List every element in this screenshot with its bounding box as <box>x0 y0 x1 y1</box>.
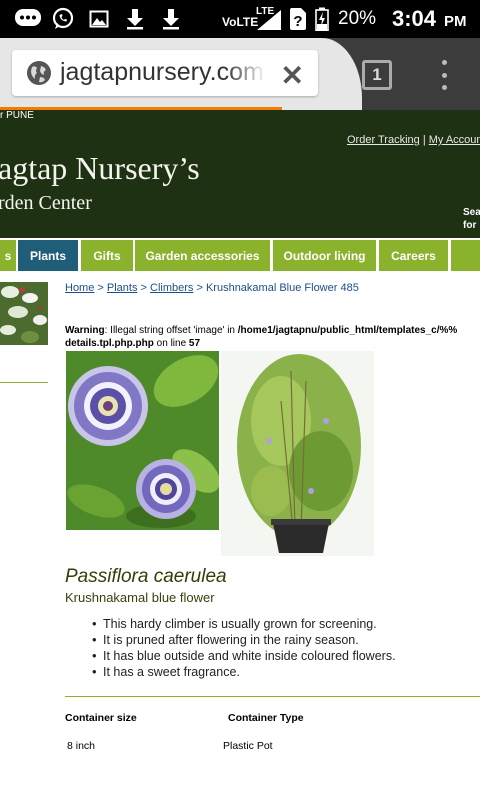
overflow-menu-icon[interactable] <box>438 60 450 90</box>
container-type-value: Plastic Pot <box>223 740 273 752</box>
list-item: It has blue outside and white inside col… <box>92 648 396 664</box>
download-icon <box>159 7 183 31</box>
svg-text:?: ? <box>293 13 302 30</box>
order-tracking-link[interactable]: Order Tracking <box>347 134 420 146</box>
search-label-line1: Sea <box>463 207 480 218</box>
container-size-value: 8 inch <box>67 740 96 752</box>
image-notification-icon <box>88 7 110 31</box>
list-item: It is pruned after flowering in the rain… <box>92 632 396 648</box>
status-bar: VoLTE LTE ? 20% 3:04 PM <box>0 0 480 38</box>
account-links: Order Tracking | My Accoun <box>347 134 480 146</box>
download-icon <box>123 7 147 31</box>
product-features-list: This hardy climber is usually grown for … <box>92 616 396 680</box>
breadcrumb-plants-link[interactable]: Plants <box>107 282 138 294</box>
tab-switcher-button[interactable]: 1 <box>362 60 392 90</box>
search-label-line2: for <box>463 220 477 231</box>
container-size-label: Container size <box>65 712 137 724</box>
search-label: Sea for <box>463 206 480 232</box>
tab-count: 1 <box>372 65 382 84</box>
product-photo-potted-plant[interactable] <box>221 351 374 556</box>
no-sim-icon: ? <box>288 7 308 31</box>
container-type-label: Container Type <box>228 712 304 724</box>
list-item: This hardy climber is usually grown for … <box>92 616 396 632</box>
url-fade <box>226 50 266 96</box>
warning-line-number: 57 <box>188 338 201 349</box>
breadcrumb-separator: > <box>137 282 151 294</box>
signal-strength-icon <box>254 7 282 31</box>
warning-path: /home1/jagtapnu/public_html/templates_c/… <box>237 325 458 336</box>
nav-item-partial[interactable]: s <box>0 240 16 271</box>
list-item: It has a sweet fragrance. <box>92 664 396 680</box>
nav-item-garden-accessories[interactable]: Garden accessories <box>135 240 270 271</box>
php-warning-message: Warning: Illegal string offset 'image' i… <box>65 324 457 350</box>
product-photo-flower[interactable] <box>66 351 219 530</box>
nav-item-careers[interactable]: Careers <box>379 240 448 271</box>
sidebar-divider <box>0 382 48 383</box>
address-bar[interactable]: jagtapnursery.com ✕ <box>12 50 318 96</box>
battery-icon <box>314 7 330 31</box>
nav-item-partial-right[interactable] <box>451 240 480 271</box>
warning-label: Warning <box>65 325 105 336</box>
breadcrumb-current: > Krushnakamal Blue Flower 485 <box>193 282 359 294</box>
messaging-notification-icon <box>14 7 42 31</box>
battery-percentage: 20% <box>338 8 377 29</box>
nav-item-outdoor-living[interactable]: Outdoor living <box>273 240 376 271</box>
breadcrumb-home-link[interactable]: Home <box>65 282 94 294</box>
whatsapp-notification-icon <box>50 7 76 31</box>
site-logo-title[interactable]: agtap Nursery’s <box>0 150 200 187</box>
warning-text: : Illegal string offset 'image' in <box>104 325 238 336</box>
browser-toolbar: jagtapnursery.com ✕ 1 <box>0 38 480 110</box>
breadcrumb-separator: > <box>94 282 107 294</box>
breadcrumb: Home > Plants > Climbers > Krushnakamal … <box>65 282 359 294</box>
nav-item-plants[interactable]: Plants <box>18 240 78 271</box>
clock-ampm: PM <box>444 13 467 30</box>
product-scientific-name: Passiflora caerulea <box>65 566 227 587</box>
volte-indicator: VoLTE <box>222 15 259 29</box>
site-header: r PUNE Order Tracking | My Accoun agtap … <box>0 110 480 238</box>
link-separator: | <box>422 134 426 146</box>
warning-file: details.tpl.php.php <box>65 338 154 349</box>
breadcrumb-climbers-link[interactable]: Climbers <box>150 282 193 294</box>
warning-on-line: on line <box>153 338 189 349</box>
clock-time: 3:04 <box>392 6 437 31</box>
product-common-name: Krushnakamal blue flower <box>65 590 215 605</box>
city-label: r PUNE <box>0 110 34 121</box>
clear-url-icon[interactable]: ✕ <box>281 59 304 92</box>
sidebar-thumbnail-image[interactable] <box>0 282 48 345</box>
my-account-link[interactable]: My Accoun <box>429 134 480 146</box>
nav-item-gifts[interactable]: Gifts <box>81 240 133 271</box>
content-divider <box>65 696 480 697</box>
main-navigation: s Plants Gifts Garden accessories Outdoo… <box>0 238 480 272</box>
globe-icon <box>26 60 52 91</box>
site-logo-subtitle: rden Center <box>0 192 92 214</box>
